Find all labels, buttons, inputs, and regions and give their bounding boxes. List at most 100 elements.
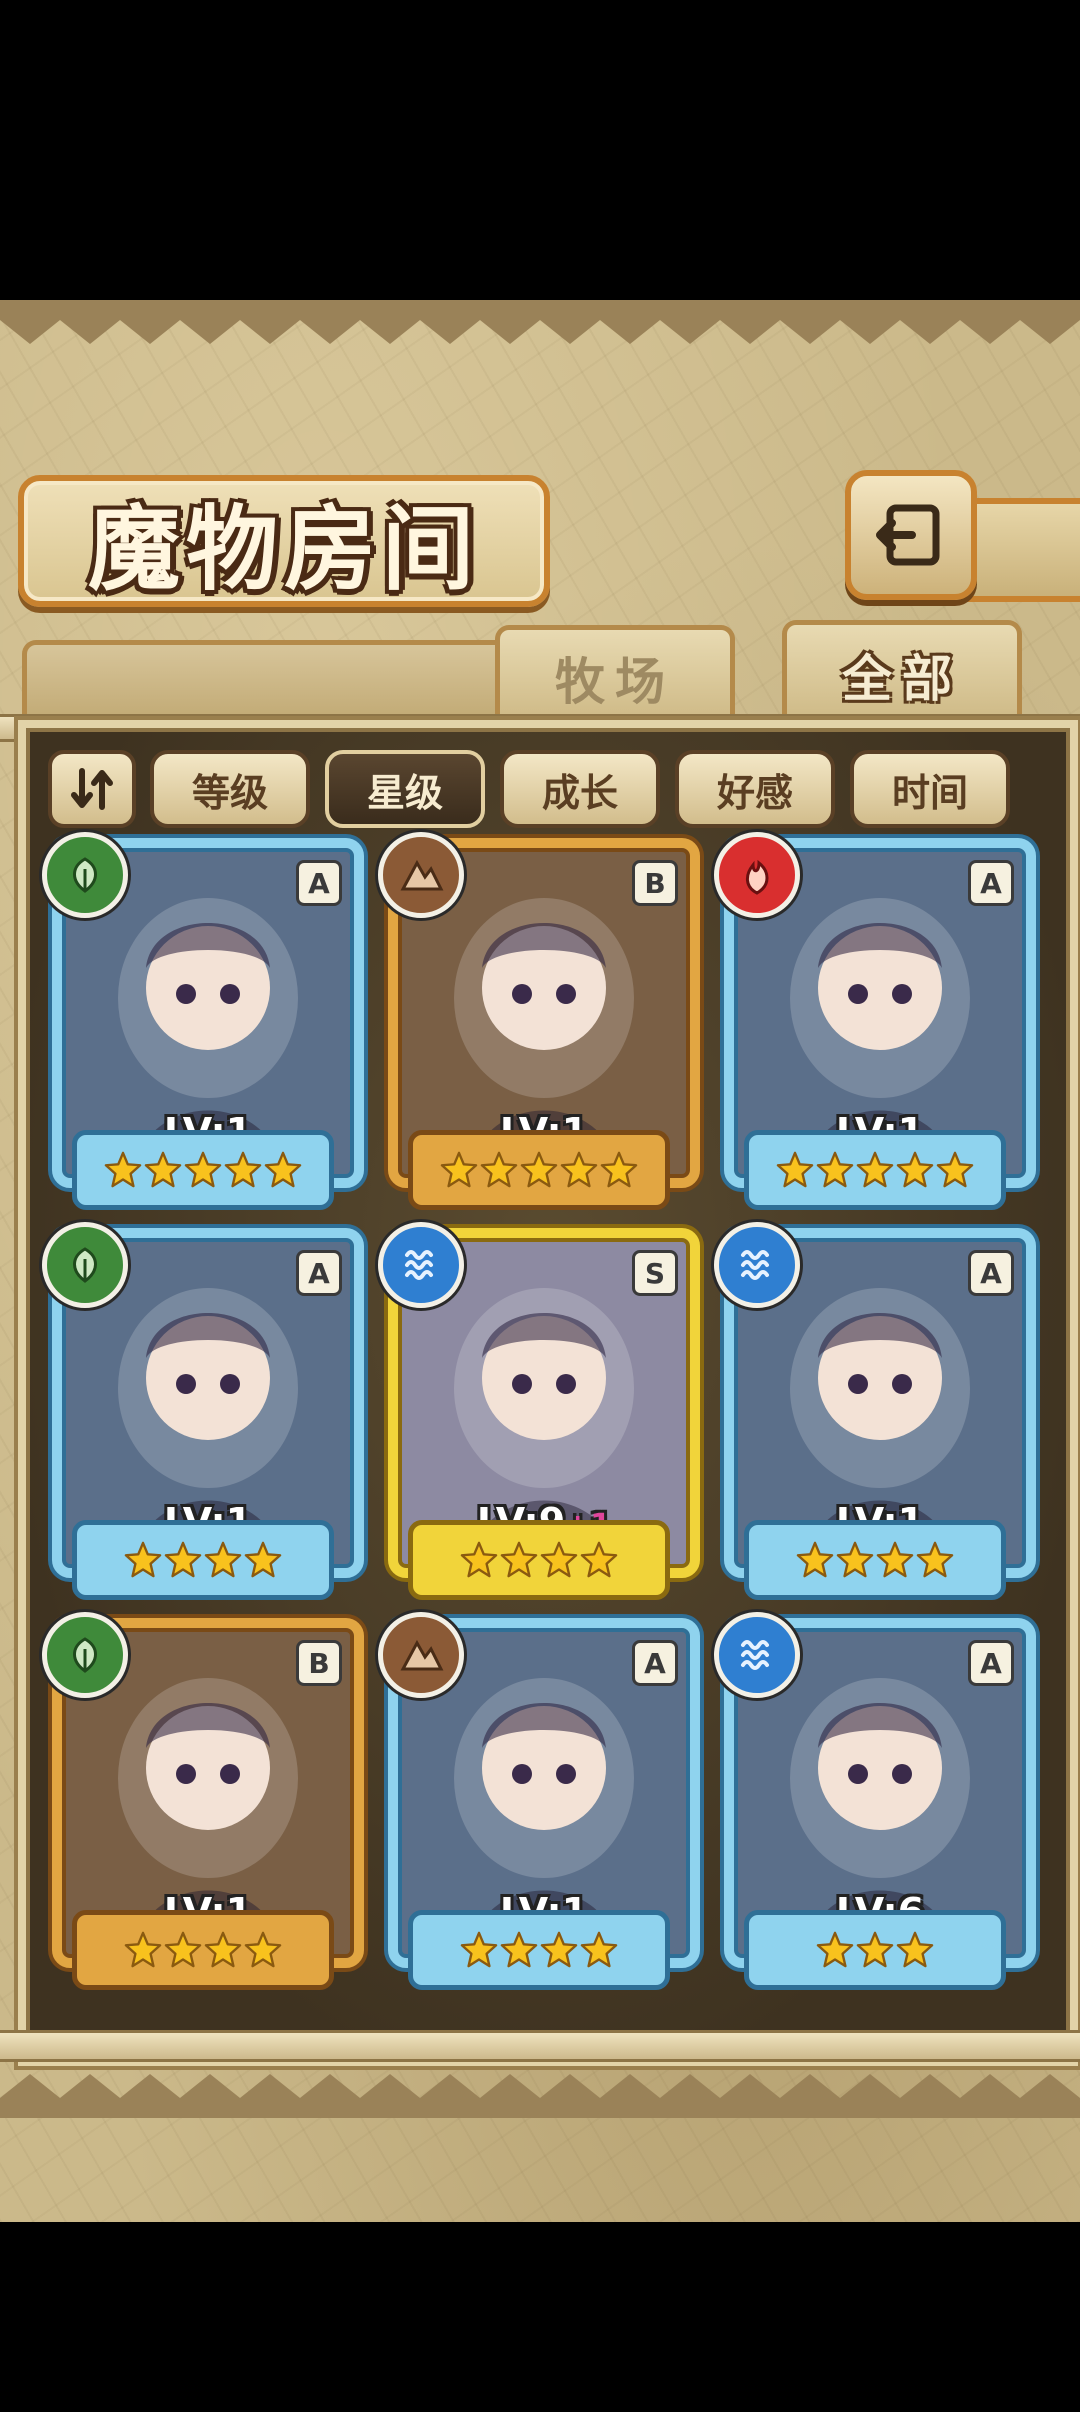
page-title-plate: 魔物房间 <box>18 475 550 607</box>
star-icon <box>896 1151 934 1188</box>
element-water-icon <box>378 1222 464 1308</box>
element-glyph <box>741 1640 769 1670</box>
star-icon <box>816 1931 854 1968</box>
sort-growth-button[interactable]: 成长 <box>500 750 660 828</box>
tab-all-label: 全部 <box>842 650 962 708</box>
sort-order-toggle[interactable] <box>48 750 136 828</box>
sort-affinity-button[interactable]: 好感 <box>675 750 835 828</box>
monster-card[interactable]: ALV:1 <box>714 1222 1036 1600</box>
star-icon <box>600 1151 638 1188</box>
star-icon <box>936 1151 974 1188</box>
element-fire-icon <box>714 832 800 918</box>
rank-badge: A <box>968 1640 1014 1686</box>
star-icon <box>204 1541 242 1578</box>
star-icon <box>124 1931 162 1968</box>
top-zigzag-border <box>0 300 1080 344</box>
page-title: 魔物房间 <box>87 494 480 603</box>
monster-card[interactable]: ALV:6 <box>714 1612 1036 1990</box>
star-icon <box>896 1931 934 1968</box>
element-glyph <box>73 857 97 893</box>
star-icon <box>776 1151 814 1188</box>
star-icon <box>580 1541 618 1578</box>
monster-card[interactable]: BLV:1 <box>42 1612 364 1990</box>
element-glyph <box>73 1247 97 1283</box>
return-button-rail <box>960 498 1080 602</box>
element-glyph <box>400 859 444 891</box>
star-icon <box>124 1541 162 1578</box>
sort-order-icon <box>71 768 113 810</box>
star-icon <box>264 1151 302 1188</box>
rank-badge: B <box>296 1640 342 1686</box>
star-icon <box>164 1931 202 1968</box>
tab-strip <box>22 640 502 725</box>
star-icon <box>460 1541 498 1578</box>
star-icon <box>500 1541 538 1578</box>
star-rating <box>408 1520 670 1600</box>
star-icon <box>540 1931 578 1968</box>
star-icon <box>480 1151 518 1188</box>
star-icon <box>244 1541 282 1578</box>
star-icon <box>440 1151 478 1188</box>
star-icon <box>540 1541 578 1578</box>
star-icon <box>836 1541 874 1578</box>
rank-badge: A <box>968 1250 1014 1296</box>
rank-badge: A <box>296 1250 342 1296</box>
star-rating <box>72 1910 334 1990</box>
monster-card[interactable]: ALV:1 <box>42 832 364 1210</box>
sort-star-button[interactable]: 星级 <box>325 750 485 828</box>
sort-time-button[interactable]: 时间 <box>850 750 1010 828</box>
monster-card[interactable]: ALV:1 <box>714 832 1036 1210</box>
star-icon <box>580 1931 618 1968</box>
element-water-icon <box>714 1222 800 1308</box>
monster-card[interactable]: SLV:9+1 <box>378 1222 700 1600</box>
tab-all[interactable]: 全部 <box>782 620 1022 725</box>
element-glyph <box>73 1637 97 1673</box>
rank-label: A <box>308 1256 330 1290</box>
star-icon <box>876 1541 914 1578</box>
star-icon <box>856 1151 894 1188</box>
board-bottom-rail <box>0 2030 1080 2062</box>
monster-card[interactable]: ALV:1 <box>42 1222 364 1600</box>
rank-badge: A <box>632 1640 678 1686</box>
star-icon <box>460 1931 498 1968</box>
star-icon <box>500 1931 538 1968</box>
rank-badge: A <box>968 860 1014 906</box>
monster-card[interactable]: BLV:1 <box>378 832 700 1210</box>
star-rating <box>408 1130 670 1210</box>
star-icon <box>856 1931 894 1968</box>
sort-level-button[interactable]: 等级 <box>150 750 310 828</box>
star-icon <box>796 1541 834 1578</box>
sort-bar: 等级 星级 成长 好感 时间 <box>48 750 1048 828</box>
star-rating <box>408 1910 670 1990</box>
element-glyph <box>741 1250 769 1280</box>
rank-label: S <box>644 1256 666 1290</box>
rank-label: A <box>980 1646 1002 1680</box>
rank-label: B <box>644 866 666 900</box>
element-leaf-icon <box>42 832 128 918</box>
star-rating <box>744 1910 1006 1990</box>
tab-ranch[interactable]: 牧场 <box>495 625 735 725</box>
star-icon <box>164 1541 202 1578</box>
rank-badge: B <box>632 860 678 906</box>
star-icon <box>204 1931 242 1968</box>
rank-label: A <box>980 1256 1002 1290</box>
element-earth-icon <box>378 1612 464 1698</box>
rank-label: A <box>644 1646 666 1680</box>
star-icon <box>104 1151 142 1188</box>
element-glyph <box>746 859 769 895</box>
return-arrow-icon <box>876 504 940 566</box>
star-rating <box>72 1520 334 1600</box>
element-leaf-icon <box>42 1612 128 1698</box>
rank-badge: A <box>296 860 342 906</box>
rank-label: A <box>308 866 330 900</box>
monster-card[interactable]: ALV:1 <box>378 1612 700 1990</box>
star-icon <box>224 1151 262 1188</box>
star-icon <box>244 1931 282 1968</box>
star-rating <box>72 1130 334 1210</box>
return-button[interactable] <box>845 470 977 600</box>
element-water-icon <box>714 1612 800 1698</box>
star-rating <box>744 1130 1006 1210</box>
star-rating <box>744 1520 1006 1600</box>
element-earth-icon <box>378 832 464 918</box>
star-icon <box>520 1151 558 1188</box>
